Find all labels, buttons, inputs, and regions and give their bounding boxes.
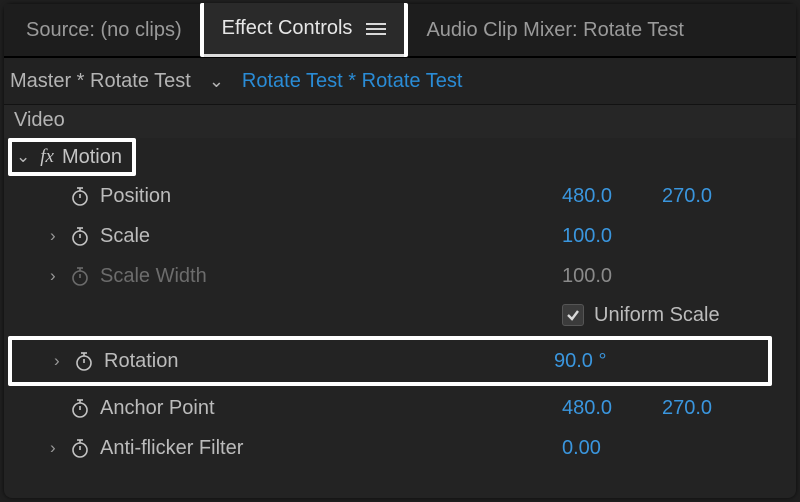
checkbox-icon (562, 304, 584, 326)
scale-value[interactable]: 100.0 (562, 225, 662, 248)
anchor-y-value[interactable]: 270.0 (662, 397, 762, 420)
tab-source-label: Source: (no clips) (26, 19, 182, 42)
position-label: Position (100, 185, 171, 208)
video-section-header: Video (4, 104, 796, 138)
stopwatch-icon[interactable] (74, 351, 94, 371)
video-section-label: Video (14, 109, 65, 131)
scale-label: Scale (100, 225, 150, 248)
properties-area: ⌄ fx Motion Position 480.0 270.0 › (4, 138, 796, 468)
property-scale: › Scale 100.0 (4, 216, 782, 256)
scale-width-value: 100.0 (562, 265, 662, 288)
tab-source[interactable]: Source: (no clips) (8, 3, 200, 57)
uniform-scale-label: Uniform Scale (594, 304, 720, 327)
stopwatch-icon (70, 266, 90, 286)
chevron-down-icon[interactable]: ⌄ (209, 71, 224, 92)
chevron-down-icon[interactable]: ⌄ (16, 147, 30, 167)
chevron-right-icon[interactable]: › (54, 351, 70, 371)
rotation-value[interactable]: 90.0 ° (554, 350, 606, 373)
tab-effect-controls-label: Effect Controls (222, 17, 353, 40)
stopwatch-icon[interactable] (70, 398, 90, 418)
tab-audio-mixer-label: Audio Clip Mixer: Rotate Test (426, 19, 684, 42)
chevron-right-icon: › (50, 266, 66, 286)
position-x-value[interactable]: 480.0 (562, 185, 662, 208)
property-position: Position 480.0 270.0 (4, 176, 782, 216)
chevron-right-icon[interactable]: › (50, 226, 66, 246)
scale-width-label: Scale Width (100, 265, 207, 288)
stopwatch-icon[interactable] (70, 186, 90, 206)
tab-effect-controls[interactable]: Effect Controls (200, 3, 409, 57)
position-y-value[interactable]: 270.0 (662, 185, 762, 208)
tab-audio-mixer[interactable]: Audio Clip Mixer: Rotate Test (408, 3, 702, 57)
master-label: Master * Rotate Test (10, 70, 191, 93)
chevron-right-icon[interactable]: › (50, 438, 66, 458)
motion-label: Motion (62, 146, 122, 169)
clip-label[interactable]: Rotate Test * Rotate Test (242, 70, 463, 93)
sequence-master-row: Master * Rotate Test ⌄ Rotate Test * Rot… (4, 58, 796, 104)
anchor-x-value[interactable]: 480.0 (562, 397, 662, 420)
property-rotation-highlight: › Rotation 90.0 ° (8, 336, 772, 386)
property-anti-flicker: › Anti-flicker Filter 0.00 (4, 428, 782, 468)
anchor-point-label: Anchor Point (100, 397, 215, 420)
fx-badge-icon: fx (40, 146, 54, 168)
panel-menu-icon[interactable] (366, 22, 386, 36)
rotation-label: Rotation (104, 350, 179, 373)
stopwatch-icon[interactable] (70, 438, 90, 458)
property-scale-width: › Scale Width 100.0 (4, 256, 782, 296)
effect-controls-panel: Source: (no clips) Effect Controls Audio… (4, 4, 796, 498)
motion-effect-header[interactable]: ⌄ fx Motion (8, 138, 136, 176)
tab-bar: Source: (no clips) Effect Controls Audio… (4, 4, 796, 58)
property-rotation: › Rotation 90.0 ° (12, 340, 768, 382)
anti-flicker-label: Anti-flicker Filter (100, 437, 243, 460)
property-uniform-scale: Uniform Scale (4, 296, 782, 334)
uniform-scale-checkbox[interactable]: Uniform Scale (562, 304, 782, 327)
motion-section: ⌄ fx Motion Position 480.0 270.0 › (4, 138, 782, 468)
anti-flicker-value[interactable]: 0.00 (562, 437, 601, 460)
property-anchor-point: Anchor Point 480.0 270.0 (4, 388, 782, 428)
stopwatch-icon[interactable] (70, 226, 90, 246)
